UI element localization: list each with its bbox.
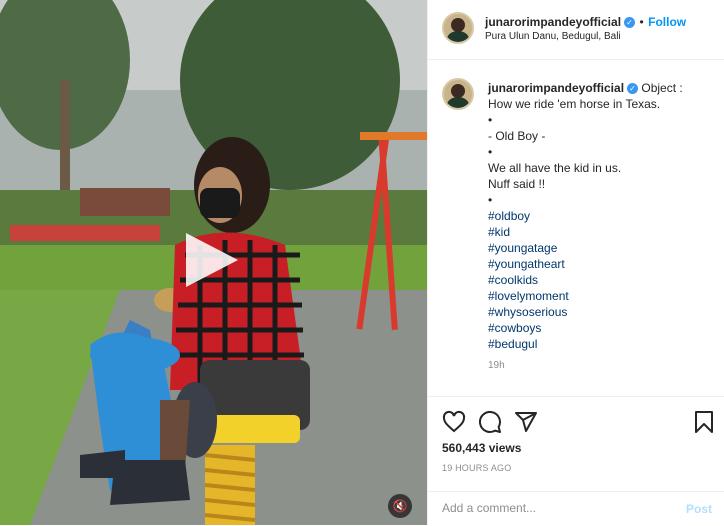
play-icon[interactable] <box>186 233 238 287</box>
hashtag-link[interactable]: #kid <box>488 224 718 240</box>
caption-section: junarorimpandeyofficial ✓ Object : How we… <box>428 60 724 396</box>
comment-input[interactable] <box>442 501 662 515</box>
caption-line: - Old Boy - <box>488 129 546 143</box>
caption-time: 19h <box>488 360 505 371</box>
header-title-row: junarorimpandeyofficial ✓ • Follow <box>485 13 686 31</box>
post-timestamp[interactable]: 19 HOURS AGO <box>442 463 511 473</box>
hashtag-link[interactable]: #oldboy <box>488 208 718 224</box>
hashtag-link[interactable]: #youngatage <box>488 240 718 256</box>
action-bar: 560,443 views 19 HOURS AGO <box>428 396 724 497</box>
caption-line: • <box>488 193 493 207</box>
bookmark-icon[interactable] <box>692 410 716 434</box>
caption-line: We all have the kid in us. <box>488 161 622 175</box>
heart-icon[interactable] <box>442 410 466 434</box>
caption-first-line: junarorimpandeyofficial ✓ Object : <box>488 80 718 96</box>
caption-line: Object : <box>641 81 683 95</box>
follow-button[interactable]: Follow <box>648 15 686 29</box>
hashtag-link[interactable]: #lovelymoment <box>488 288 718 304</box>
share-icon[interactable] <box>514 410 538 434</box>
hashtag-link[interactable]: #youngatheart <box>488 256 718 272</box>
location-link[interactable]: Pura Ulun Danu, Bedugul, Bali <box>485 31 621 42</box>
caption-line: Nuff said !! <box>488 177 546 191</box>
mute-icon[interactable]: 🔇 <box>388 494 412 518</box>
caption-line: • <box>488 113 493 127</box>
caption-line: • <box>488 145 493 159</box>
post-sidebar: junarorimpandeyofficial ✓ • Follow Pura U… <box>427 0 724 525</box>
header-username[interactable]: junarorimpandeyofficial <box>485 15 621 29</box>
avatar[interactable] <box>442 12 474 44</box>
hashtag-link[interactable]: #whysoserious <box>488 304 718 320</box>
caption-line: How we ride 'em horse in Texas. <box>488 97 661 111</box>
post-button[interactable]: Post <box>686 502 712 516</box>
comment-bar: Post <box>428 491 724 526</box>
post-video[interactable]: 🔇 <box>0 0 427 525</box>
hashtag-link[interactable]: #cowboys <box>488 320 718 336</box>
comment-icon[interactable] <box>478 410 502 434</box>
hashtag-link[interactable]: #coolkids <box>488 272 718 288</box>
caption-username[interactable]: junarorimpandeyofficial <box>488 81 624 95</box>
verified-icon: ✓ <box>627 83 639 94</box>
caption-text: junarorimpandeyofficial ✓ Object : How we… <box>488 80 718 374</box>
verified-icon: ✓ <box>624 17 636 28</box>
separator-dot: • <box>639 15 644 29</box>
post-header: junarorimpandeyofficial ✓ • Follow Pura U… <box>428 0 724 60</box>
view-count[interactable]: 560,443 views <box>442 441 521 455</box>
hashtag-link[interactable]: #bedugul <box>488 336 718 352</box>
caption-avatar[interactable] <box>442 78 474 110</box>
